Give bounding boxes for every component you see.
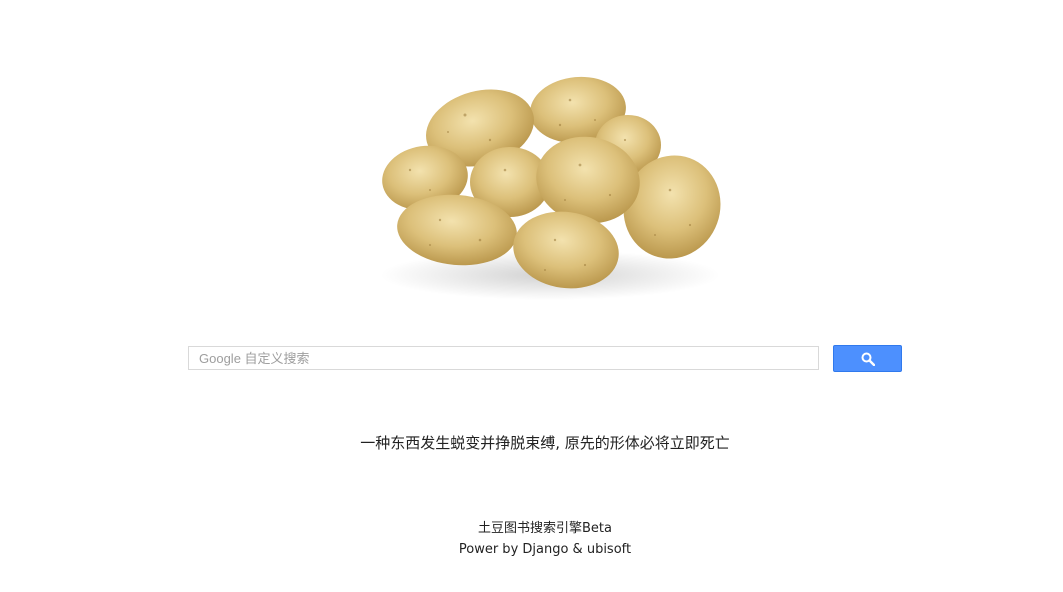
footer-credits: Power by Django & ubisoft bbox=[458, 542, 632, 557]
search-icon bbox=[861, 352, 875, 366]
search-field[interactable] bbox=[188, 346, 819, 370]
potatoes-image bbox=[380, 76, 721, 300]
search-input[interactable] bbox=[199, 347, 818, 369]
search-bar bbox=[188, 345, 903, 372]
tagline: 一种东西发生蜕变并挣脱束缚, 原先的形体必将立即死亡 bbox=[360, 434, 730, 452]
page: 一种东西发生蜕变并挣脱束缚, 原先的形体必将立即死亡 土豆图书搜索引擎Beta … bbox=[0, 0, 1063, 592]
search-button[interactable] bbox=[833, 345, 902, 372]
footer: 土豆图书搜索引擎Beta Power by Django & ubisoft bbox=[0, 518, 1063, 560]
footer-site-name: 土豆图书搜索引擎Beta bbox=[478, 521, 612, 536]
